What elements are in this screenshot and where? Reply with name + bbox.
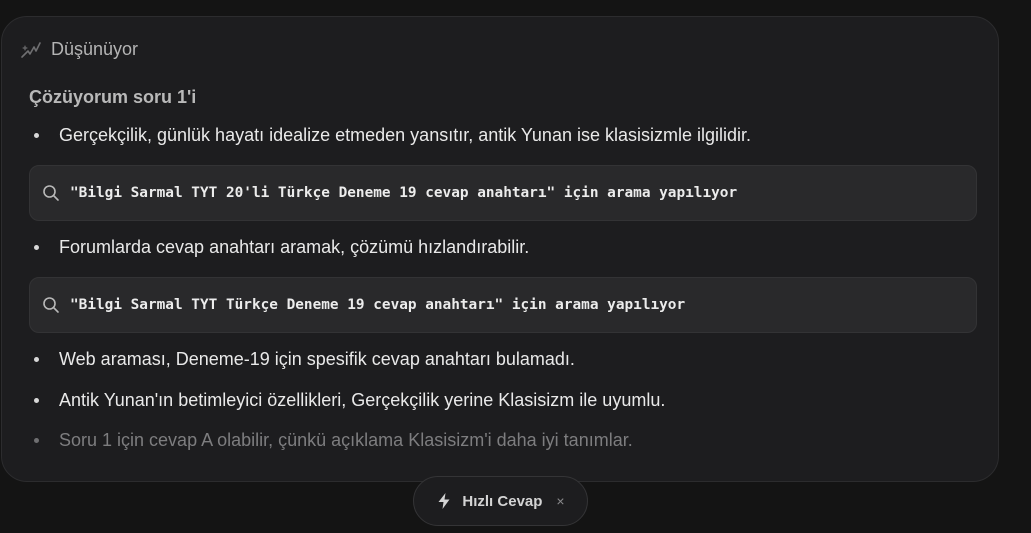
search-icon xyxy=(43,297,59,313)
list-item: Gerçekçilik, günlük hayatı idealize etme… xyxy=(29,125,751,146)
thinking-title: Düşünüyor xyxy=(51,39,139,59)
list-item: Forumlarda cevap anahtarı aramak, çözümü… xyxy=(29,237,529,258)
search-icon xyxy=(43,185,59,201)
bullet-dot xyxy=(34,245,39,250)
quick-answer-chip[interactable]: Hızlı Cevap × xyxy=(413,476,588,526)
quick-answer-label: Hızlı Cevap xyxy=(462,492,543,510)
bolt-icon xyxy=(438,493,450,509)
thinking-sparkle-icon xyxy=(21,41,41,58)
section-title: Çözüyorum soru 1'i xyxy=(29,87,197,107)
thinking-panel: Düşünüyor Çözüyorum soru 1'i Gerçekçilik… xyxy=(1,16,999,482)
bullet-text: Soru 1 için cevap A olabilir, çünkü açık… xyxy=(59,430,633,450)
bullet-text: Web araması, Deneme-19 için spesifik cev… xyxy=(59,349,575,369)
bullet-text: Gerçekçilik, günlük hayatı idealize etme… xyxy=(59,125,752,145)
close-icon[interactable]: × xyxy=(556,493,564,509)
search-query: "Bilgi Sarmal TYT Türkçe Deneme 19 cevap… xyxy=(70,297,686,313)
list-item: Web araması, Deneme-19 için spesifik cev… xyxy=(29,349,575,370)
bullet-dot xyxy=(34,398,39,403)
bullet-dot xyxy=(34,133,39,138)
search-step[interactable]: "Bilgi Sarmal TYT Türkçe Deneme 19 cevap… xyxy=(29,277,977,333)
bullet-dot xyxy=(34,357,39,362)
list-item: Soru 1 için cevap A olabilir, çünkü açık… xyxy=(29,430,633,451)
thinking-header[interactable]: Düşünüyor xyxy=(20,39,138,60)
bullet-text: Forumlarda cevap anahtarı aramak, çözümü… xyxy=(59,237,530,257)
search-step[interactable]: "Bilgi Sarmal TYT 20'li Türkçe Deneme 19… xyxy=(29,165,977,221)
list-item: Antik Yunan'ın betimleyici özellikleri, … xyxy=(29,390,665,411)
search-query: "Bilgi Sarmal TYT 20'li Türkçe Deneme 19… xyxy=(70,185,738,201)
bullet-text: Antik Yunan'ın betimleyici özellikleri, … xyxy=(59,390,666,410)
bullet-dot xyxy=(34,438,39,443)
